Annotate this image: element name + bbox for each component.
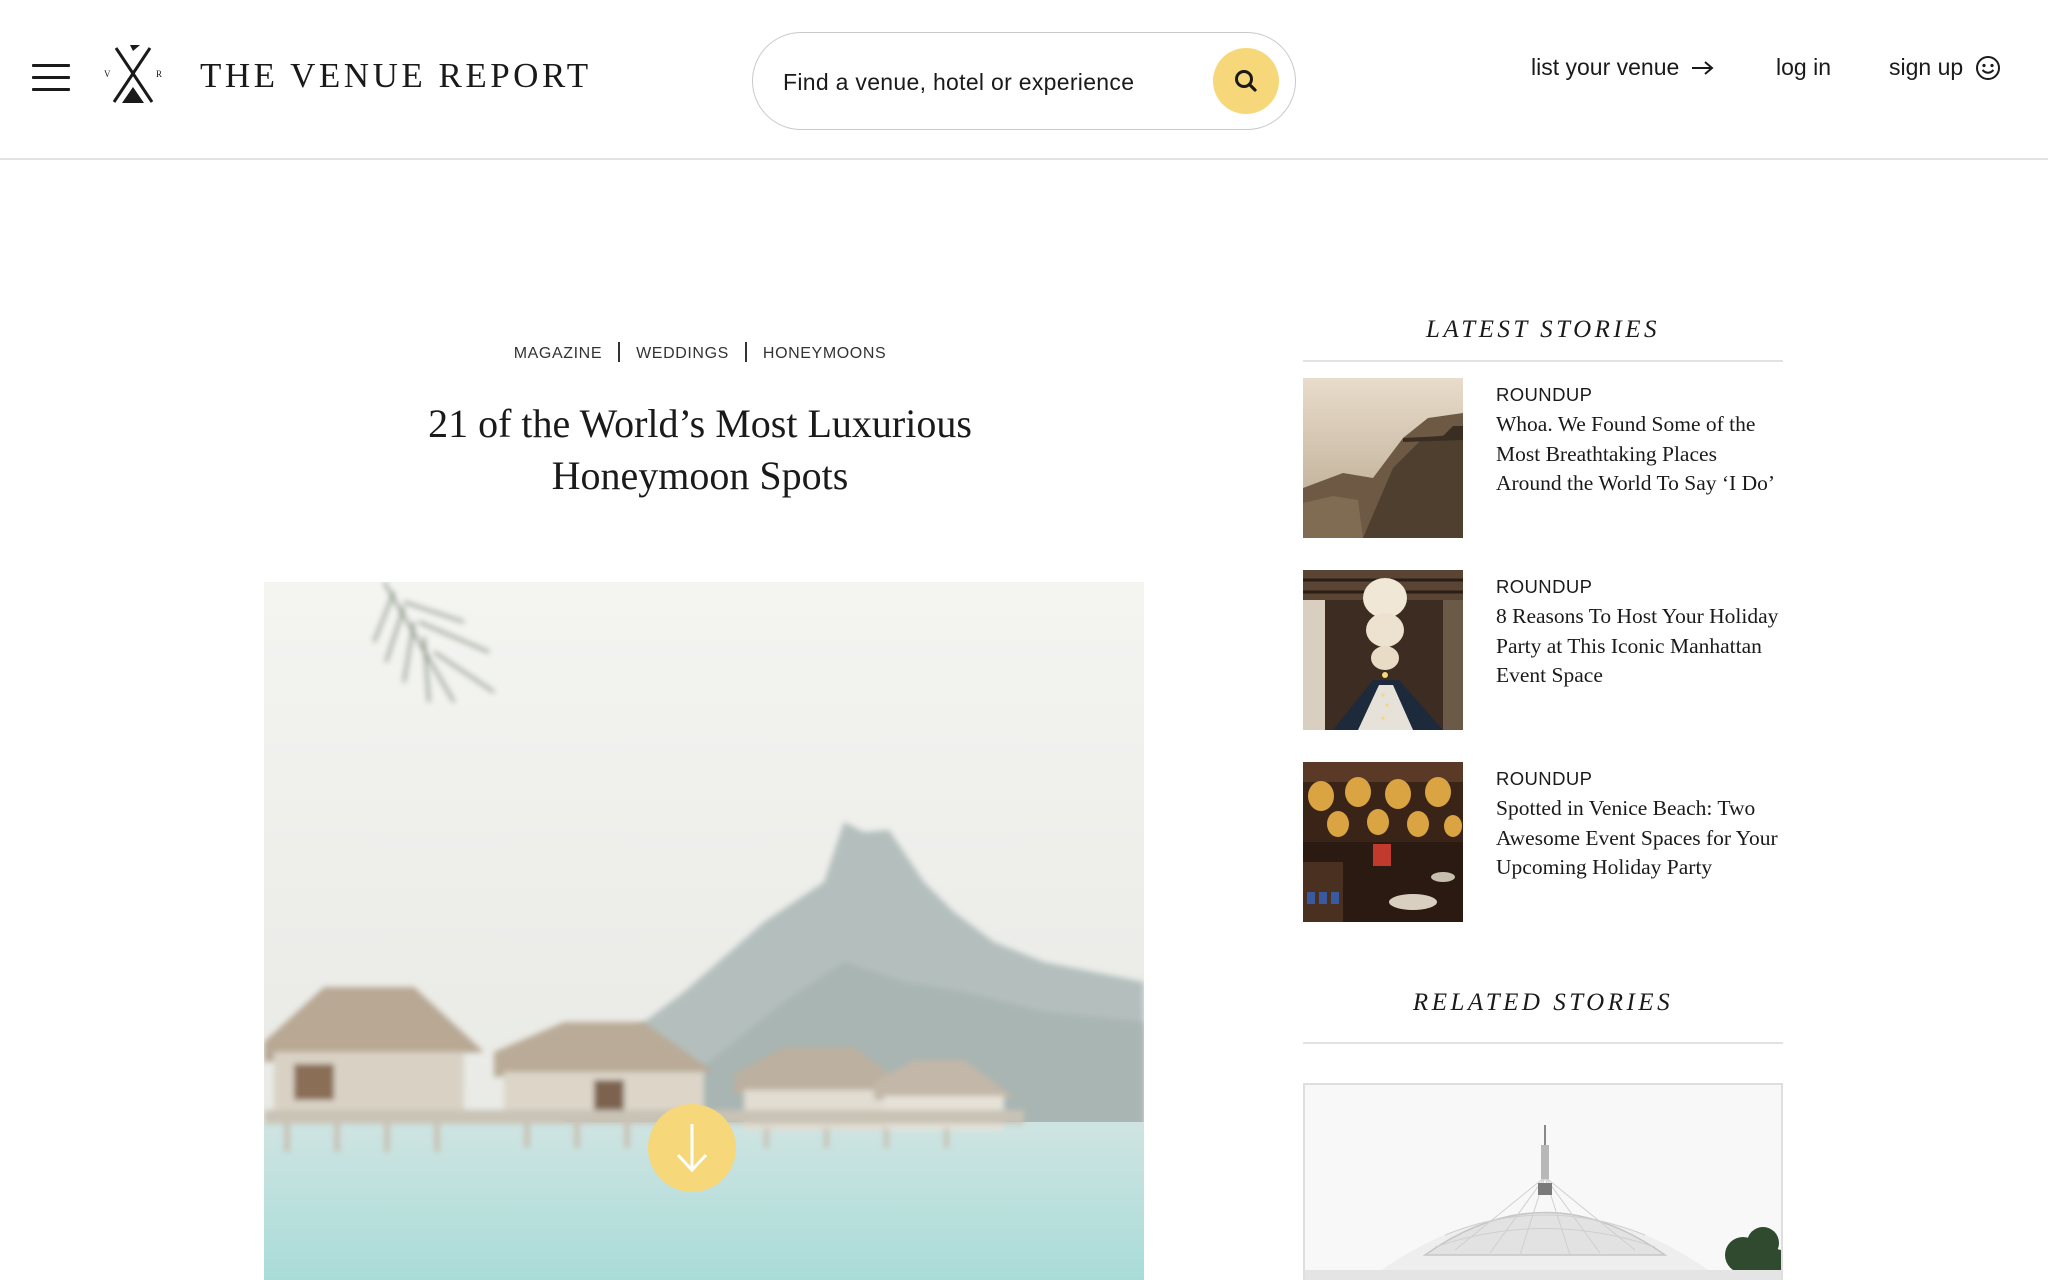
- related-stories-heading: RELATED STORIES: [1412, 989, 1674, 1016]
- sign-up-link[interactable]: sign up: [1889, 54, 2001, 81]
- article-title-line-2: Honeymoon Spots: [551, 453, 849, 498]
- logo-icon[interactable]: V R: [102, 44, 164, 106]
- related-story-image[interactable]: [1303, 1083, 1783, 1280]
- breadcrumb-weddings[interactable]: WEDDINGS: [636, 345, 729, 362]
- story-headline[interactable]: 8 Reasons To Host Your Holiday Party at …: [1496, 602, 1786, 691]
- arrow-right-icon: [1692, 60, 1714, 75]
- hamburger-menu-icon[interactable]: [32, 64, 70, 92]
- search-bar: [752, 32, 1296, 130]
- story-thumbnail-lantern-bar[interactable]: [1303, 762, 1463, 922]
- scroll-down-button[interactable]: [648, 1104, 736, 1192]
- latest-stories-heading: LATEST STORIES: [1426, 316, 1660, 343]
- search-icon: [1235, 70, 1257, 92]
- breadcrumb-separator: [744, 342, 747, 362]
- sign-up-label: sign up: [1889, 54, 1964, 80]
- search-input[interactable]: [783, 57, 1173, 107]
- smiley-icon: [1976, 55, 2001, 80]
- story-card[interactable]: ROUNDUP Spotted in Venice Beach: Two Awe…: [1303, 762, 1783, 924]
- breadcrumb: MAGAZINE WEDDINGS HONEYMOONS: [200, 342, 1200, 363]
- breadcrumb-magazine[interactable]: MAGAZINE: [514, 345, 602, 362]
- story-thumbnail-canyon[interactable]: [1303, 378, 1463, 538]
- logo-letter-v: V: [104, 69, 111, 79]
- list-your-venue-link[interactable]: list your venue: [1531, 54, 1715, 81]
- story-kicker: ROUNDUP: [1496, 768, 1593, 789]
- log-in-link[interactable]: log in: [1776, 54, 1831, 81]
- related-stories-divider: [1303, 1042, 1783, 1044]
- story-kicker: ROUNDUP: [1496, 384, 1593, 405]
- story-headline[interactable]: Whoa. We Found Some of the Most Breathta…: [1496, 410, 1786, 499]
- search-button[interactable]: [1213, 48, 1279, 114]
- story-headline[interactable]: Spotted in Venice Beach: Two Awesome Eve…: [1496, 794, 1786, 883]
- article-title-line-1: 21 of the World’s Most Luxurious: [428, 401, 972, 446]
- breadcrumb-honeymoons[interactable]: HONEYMOONS: [763, 345, 886, 362]
- latest-stories-divider: [1303, 360, 1783, 362]
- site-header: V R THE VENUE REPORT list your venue log…: [0, 0, 2048, 160]
- story-card[interactable]: ROUNDUP Whoa. We Found Some of the Most …: [1303, 378, 1783, 540]
- story-thumbnail-event-hall[interactable]: [1303, 570, 1463, 730]
- story-card[interactable]: ROUNDUP 8 Reasons To Host Your Holiday P…: [1303, 570, 1783, 732]
- story-kicker: ROUNDUP: [1496, 576, 1593, 597]
- logo-letter-r: R: [156, 69, 162, 79]
- list-your-venue-label: list your venue: [1531, 54, 1680, 80]
- breadcrumb-separator: [618, 342, 621, 362]
- brand-name[interactable]: THE VENUE REPORT: [200, 56, 592, 96]
- article-title: 21 of the World’s Most Luxurious Honeymo…: [300, 398, 1100, 502]
- arrow-down-icon: [676, 1124, 708, 1173]
